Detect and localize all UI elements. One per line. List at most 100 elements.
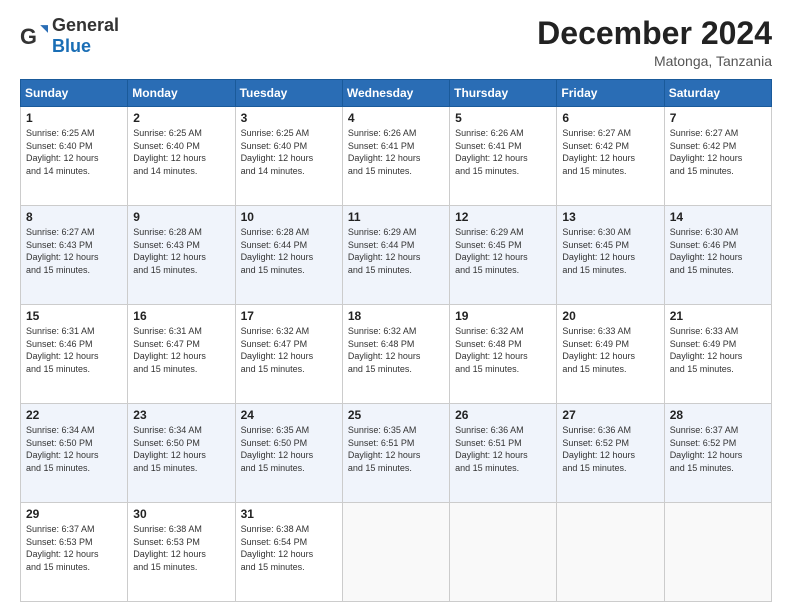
day-number: 22 <box>26 408 122 422</box>
day-info: Sunrise: 6:29 AM Sunset: 6:44 PM Dayligh… <box>348 226 444 276</box>
daylight-label: Daylight: 12 hours <box>562 252 635 262</box>
day-number: 12 <box>455 210 551 224</box>
sunset-label: Sunset: 6:49 PM <box>562 339 629 349</box>
calendar-week-3: 15 Sunrise: 6:31 AM Sunset: 6:46 PM Dayl… <box>21 305 772 404</box>
calendar-cell: 11 Sunrise: 6:29 AM Sunset: 6:44 PM Dayl… <box>342 206 449 305</box>
daylight-label: Daylight: 12 hours <box>562 351 635 361</box>
calendar-cell: 30 Sunrise: 6:38 AM Sunset: 6:53 PM Dayl… <box>128 503 235 602</box>
sunrise-label: Sunrise: 6:34 AM <box>26 425 95 435</box>
daylight-minutes: and 15 minutes. <box>670 364 734 374</box>
calendar-cell: 7 Sunrise: 6:27 AM Sunset: 6:42 PM Dayli… <box>664 107 771 206</box>
daylight-minutes: and 15 minutes. <box>455 463 519 473</box>
day-number: 5 <box>455 111 551 125</box>
day-info: Sunrise: 6:30 AM Sunset: 6:45 PM Dayligh… <box>562 226 658 276</box>
day-header-tuesday: Tuesday <box>235 80 342 107</box>
day-info: Sunrise: 6:34 AM Sunset: 6:50 PM Dayligh… <box>26 424 122 474</box>
sunrise-label: Sunrise: 6:25 AM <box>241 128 310 138</box>
day-info: Sunrise: 6:26 AM Sunset: 6:41 PM Dayligh… <box>455 127 551 177</box>
calendar-cell: 26 Sunrise: 6:36 AM Sunset: 6:51 PM Dayl… <box>450 404 557 503</box>
sunset-label: Sunset: 6:41 PM <box>455 141 522 151</box>
daylight-label: Daylight: 12 hours <box>241 153 314 163</box>
day-number: 20 <box>562 309 658 323</box>
sunset-label: Sunset: 6:43 PM <box>133 240 200 250</box>
daylight-label: Daylight: 12 hours <box>455 252 528 262</box>
day-number: 17 <box>241 309 337 323</box>
sunrise-label: Sunrise: 6:27 AM <box>26 227 95 237</box>
calendar-cell: 4 Sunrise: 6:26 AM Sunset: 6:41 PM Dayli… <box>342 107 449 206</box>
daylight-label: Daylight: 12 hours <box>670 351 743 361</box>
daylight-minutes: and 15 minutes. <box>562 166 626 176</box>
calendar-cell: 14 Sunrise: 6:30 AM Sunset: 6:46 PM Dayl… <box>664 206 771 305</box>
calendar-cell: 6 Sunrise: 6:27 AM Sunset: 6:42 PM Dayli… <box>557 107 664 206</box>
daylight-minutes: and 14 minutes. <box>133 166 197 176</box>
day-number: 25 <box>348 408 444 422</box>
day-info: Sunrise: 6:31 AM Sunset: 6:46 PM Dayligh… <box>26 325 122 375</box>
sunset-label: Sunset: 6:47 PM <box>133 339 200 349</box>
daylight-minutes: and 14 minutes. <box>26 166 90 176</box>
day-number: 31 <box>241 507 337 521</box>
sunset-label: Sunset: 6:53 PM <box>26 537 93 547</box>
sunset-label: Sunset: 6:46 PM <box>26 339 93 349</box>
day-number: 19 <box>455 309 551 323</box>
daylight-minutes: and 15 minutes. <box>241 562 305 572</box>
day-number: 14 <box>670 210 766 224</box>
daylight-label: Daylight: 12 hours <box>26 351 99 361</box>
day-info: Sunrise: 6:25 AM Sunset: 6:40 PM Dayligh… <box>133 127 229 177</box>
calendar-week-1: 1 Sunrise: 6:25 AM Sunset: 6:40 PM Dayli… <box>21 107 772 206</box>
sunset-label: Sunset: 6:40 PM <box>133 141 200 151</box>
sunset-label: Sunset: 6:54 PM <box>241 537 308 547</box>
calendar-cell: 15 Sunrise: 6:31 AM Sunset: 6:46 PM Dayl… <box>21 305 128 404</box>
daylight-minutes: and 15 minutes. <box>241 265 305 275</box>
daylight-minutes: and 15 minutes. <box>26 463 90 473</box>
sunrise-label: Sunrise: 6:38 AM <box>241 524 310 534</box>
page: G General Blue December 2024 Matonga, Ta… <box>0 0 792 612</box>
sunset-label: Sunset: 6:48 PM <box>348 339 415 349</box>
daylight-label: Daylight: 12 hours <box>348 252 421 262</box>
day-number: 11 <box>348 210 444 224</box>
calendar-cell: 12 Sunrise: 6:29 AM Sunset: 6:45 PM Dayl… <box>450 206 557 305</box>
calendar-week-4: 22 Sunrise: 6:34 AM Sunset: 6:50 PM Dayl… <box>21 404 772 503</box>
sunset-label: Sunset: 6:40 PM <box>241 141 308 151</box>
calendar-cell: 1 Sunrise: 6:25 AM Sunset: 6:40 PM Dayli… <box>21 107 128 206</box>
calendar-cell <box>450 503 557 602</box>
day-number: 29 <box>26 507 122 521</box>
calendar-cell: 24 Sunrise: 6:35 AM Sunset: 6:50 PM Dayl… <box>235 404 342 503</box>
sunset-label: Sunset: 6:51 PM <box>455 438 522 448</box>
day-info: Sunrise: 6:38 AM Sunset: 6:53 PM Dayligh… <box>133 523 229 573</box>
daylight-minutes: and 15 minutes. <box>26 265 90 275</box>
daylight-label: Daylight: 12 hours <box>455 450 528 460</box>
calendar-week-5: 29 Sunrise: 6:37 AM Sunset: 6:53 PM Dayl… <box>21 503 772 602</box>
sunrise-label: Sunrise: 6:33 AM <box>562 326 631 336</box>
calendar-cell: 28 Sunrise: 6:37 AM Sunset: 6:52 PM Dayl… <box>664 404 771 503</box>
daylight-label: Daylight: 12 hours <box>26 450 99 460</box>
day-number: 1 <box>26 111 122 125</box>
sunset-label: Sunset: 6:52 PM <box>562 438 629 448</box>
sunset-label: Sunset: 6:45 PM <box>562 240 629 250</box>
sunset-label: Sunset: 6:43 PM <box>26 240 93 250</box>
day-number: 3 <box>241 111 337 125</box>
daylight-minutes: and 15 minutes. <box>241 364 305 374</box>
day-info: Sunrise: 6:27 AM Sunset: 6:42 PM Dayligh… <box>670 127 766 177</box>
day-header-saturday: Saturday <box>664 80 771 107</box>
sunset-label: Sunset: 6:51 PM <box>348 438 415 448</box>
sunrise-label: Sunrise: 6:32 AM <box>241 326 310 336</box>
day-info: Sunrise: 6:35 AM Sunset: 6:50 PM Dayligh… <box>241 424 337 474</box>
day-number: 7 <box>670 111 766 125</box>
day-info: Sunrise: 6:25 AM Sunset: 6:40 PM Dayligh… <box>241 127 337 177</box>
logo: G General Blue <box>20 16 119 57</box>
daylight-label: Daylight: 12 hours <box>133 153 206 163</box>
daylight-minutes: and 15 minutes. <box>241 463 305 473</box>
calendar-week-2: 8 Sunrise: 6:27 AM Sunset: 6:43 PM Dayli… <box>21 206 772 305</box>
header: G General Blue December 2024 Matonga, Ta… <box>20 16 772 69</box>
day-header-friday: Friday <box>557 80 664 107</box>
sunrise-label: Sunrise: 6:33 AM <box>670 326 739 336</box>
sunrise-label: Sunrise: 6:32 AM <box>455 326 524 336</box>
day-number: 30 <box>133 507 229 521</box>
logo-blue: Blue <box>52 36 91 56</box>
daylight-label: Daylight: 12 hours <box>455 153 528 163</box>
sunrise-label: Sunrise: 6:37 AM <box>26 524 95 534</box>
sunset-label: Sunset: 6:50 PM <box>26 438 93 448</box>
day-number: 4 <box>348 111 444 125</box>
sunrise-label: Sunrise: 6:29 AM <box>348 227 417 237</box>
daylight-minutes: and 15 minutes. <box>133 463 197 473</box>
